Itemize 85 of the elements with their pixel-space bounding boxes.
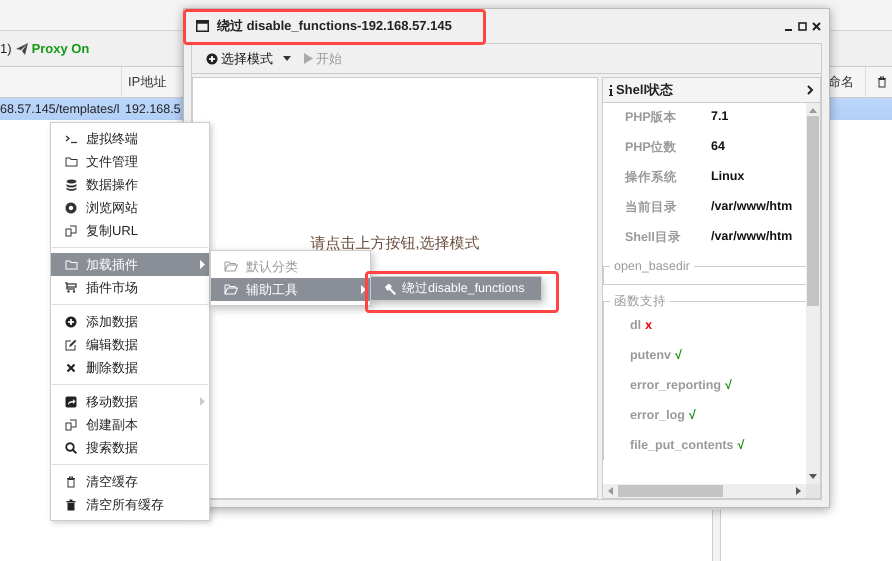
table-cell-text: 192.168.5 (124, 102, 181, 116)
submenu-arrow-icon (200, 397, 205, 406)
panel-title: Shell状态 (616, 81, 674, 99)
table-row[interactable]: 68.57.145/templates/l 192.168.5 (0, 98, 183, 120)
folder-icon (64, 156, 78, 167)
play-icon (304, 53, 313, 64)
trash-icon (877, 76, 887, 88)
vertical-scrollbar[interactable] (806, 103, 820, 484)
menu-item[interactable]: 数据操作 (51, 173, 209, 196)
info-icon (609, 84, 613, 96)
info-label: 操作系统 (625, 169, 678, 186)
fieldset-legend: open_basedir (610, 259, 694, 273)
share-icon (65, 396, 77, 408)
info-label: PHP版本 (625, 109, 678, 126)
info-value: 7.1 (711, 109, 730, 123)
terminal-icon (64, 133, 78, 144)
menu-item[interactable]: 清空缓存 (51, 470, 209, 493)
info-label: Shell目录 (625, 229, 682, 246)
folder-icon (64, 259, 78, 270)
scroll-right-icon[interactable] (796, 487, 801, 495)
menu-item[interactable]: 创建副本 (51, 413, 209, 436)
scrollbar-thumb[interactable] (618, 485, 723, 497)
search-icon (65, 442, 77, 454)
info-label: 当前目录 (625, 199, 678, 216)
scroll-left-icon[interactable] (608, 487, 613, 495)
submenu-arrow-icon (361, 285, 366, 294)
scrollbar-corner (806, 484, 820, 498)
paper-plane-icon (16, 42, 28, 54)
support-mark: √ (738, 438, 744, 452)
info-value: /var/www/htm (711, 199, 794, 213)
hammer-icon (384, 282, 396, 294)
function-name: dl (630, 318, 642, 332)
database-icon (66, 178, 76, 190)
info-value: Linux (711, 169, 746, 183)
support-mark: √ (725, 378, 732, 392)
info-label: PHP位数 (625, 139, 678, 156)
trash-icon (66, 498, 76, 510)
scroll-down-icon[interactable] (809, 474, 817, 479)
folder-icon (224, 261, 238, 272)
scroll-up-icon[interactable] (809, 108, 817, 113)
proxy-prefix: 1) (0, 41, 12, 56)
copy-icon (65, 418, 77, 430)
menu-item[interactable]: 编辑数据 (51, 333, 209, 356)
support-mark: x (645, 318, 652, 332)
menu-item[interactable]: 移动数据 (51, 390, 209, 413)
edit-icon (65, 338, 77, 350)
function-name: error_reporting (630, 378, 721, 392)
support-mark: √ (674, 348, 682, 362)
support-mark: √ (688, 408, 696, 422)
function-name: putenv (630, 348, 671, 362)
info-value: 64 (711, 139, 726, 153)
chevron-right-icon[interactable] (807, 85, 814, 95)
horizontal-scrollbar[interactable] (603, 484, 806, 498)
menu-item[interactable]: 删除数据 (51, 356, 209, 379)
cart-icon (65, 282, 77, 293)
prompt-text: 请点击上方按钮,选择模式 (310, 234, 480, 252)
table-cell-text: 68.57.145/templates/l (0, 102, 121, 116)
menu-item[interactable]: 浏览网站 (51, 196, 209, 219)
menu-item[interactable]: 插件市场 (51, 276, 209, 299)
menu-item[interactable]: 复制URL (51, 219, 209, 242)
add-icon (65, 316, 77, 328)
menu-item[interactable]: 文件管理 (51, 150, 209, 173)
window-icon (196, 20, 209, 32)
menu-item[interactable]: 添加数据 (51, 310, 209, 333)
fieldset-legend: 函数支持 (610, 293, 670, 310)
menu-item[interactable]: 清空所有缓存 (51, 493, 209, 516)
menu-item[interactable]: 虚拟终端 (51, 127, 209, 150)
scrollbar-thumb[interactable] (807, 116, 819, 306)
add-icon (206, 52, 218, 64)
function-name: file_put_contents (630, 438, 734, 452)
menu-item[interactable]: 搜索数据 (51, 436, 209, 459)
maximize-icon[interactable] (798, 22, 807, 30)
column-splitter[interactable] (712, 510, 721, 561)
function-name: error_log (630, 408, 685, 422)
copy-icon (65, 224, 77, 236)
mode-dropdown[interactable]: 选择模式 (204, 48, 294, 70)
trash-icon (66, 476, 76, 488)
info-value: /var/www/htm (711, 229, 794, 243)
window-title: 绕过 disable_functions-192.168.57.145 (217, 17, 453, 35)
folder-icon (224, 284, 238, 295)
delete-icon (66, 362, 76, 372)
close-icon[interactable] (812, 22, 821, 30)
caret-icon (282, 56, 292, 62)
submenu-arrow-icon (200, 260, 205, 269)
proxy-status: Proxy On (32, 41, 90, 56)
